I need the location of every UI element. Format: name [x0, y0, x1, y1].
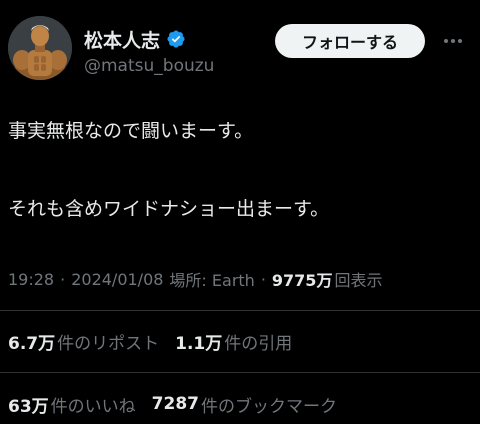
avatar[interactable]: [8, 16, 72, 80]
quotes-count: 1.1万: [175, 333, 223, 354]
bookmarks-label: 件のブックマーク: [201, 396, 337, 417]
display-name[interactable]: 松本人志: [84, 26, 160, 53]
profile-photo-figure-icon: [8, 16, 72, 80]
tweet-text: 事実無根なので闘いまーす。 それも含めワイドナショー出まーす。: [8, 118, 468, 222]
views-label: 回表示: [334, 271, 383, 290]
reposts-label: 件のリポスト: [57, 333, 160, 354]
tweet-date[interactable]: 2024/01/08: [71, 270, 163, 289]
engagement-stats-row: 6.7万 件のリポスト 1.1万 件の引用: [8, 328, 308, 354]
display-name-row: 松本人志: [84, 26, 186, 52]
views-count: 9775万: [271, 271, 333, 290]
more-horizontal-icon[interactable]: [438, 28, 468, 54]
meta-separator: ·: [60, 269, 66, 289]
reposts-count: 6.7万: [8, 333, 56, 354]
likes-stat[interactable]: 63万 件のいいね: [8, 392, 136, 417]
follow-button[interactable]: フォローする: [275, 24, 425, 58]
divider: [0, 310, 480, 311]
tweet-meta: 19:28 · 2024/01/08 場所: Earth · 9775万 回表示: [8, 266, 382, 292]
reposts-stat[interactable]: 6.7万 件のリポスト: [8, 329, 159, 354]
likes-count: 63万: [8, 396, 49, 417]
verified-badge-icon: [166, 29, 186, 49]
tweet-line: それも含めワイドナショー出まーす。: [8, 198, 330, 220]
bookmarks-stat[interactable]: 7287 件のブックマーク: [152, 392, 337, 417]
user-handle[interactable]: @matsu_bouzu: [84, 56, 214, 76]
tweet-time[interactable]: 19:28: [8, 270, 54, 289]
meta-separator: ·: [260, 269, 266, 289]
quotes-stat[interactable]: 1.1万 件の引用: [175, 329, 292, 354]
tweet-header: 松本人志 @matsu_bouzu フォローする: [0, 0, 480, 92]
quotes-label: 件の引用: [224, 333, 293, 354]
tweet-line: 事実無根なので闘いまーす。: [8, 120, 254, 142]
tweet-location[interactable]: 場所: Earth: [169, 267, 254, 291]
divider: [0, 372, 480, 373]
likes-label: 件のいいね: [50, 396, 136, 417]
bookmarks-count: 7287: [151, 394, 199, 414]
engagement-stats-row: 63万 件のいいね 7287 件のブックマーク: [8, 391, 353, 417]
